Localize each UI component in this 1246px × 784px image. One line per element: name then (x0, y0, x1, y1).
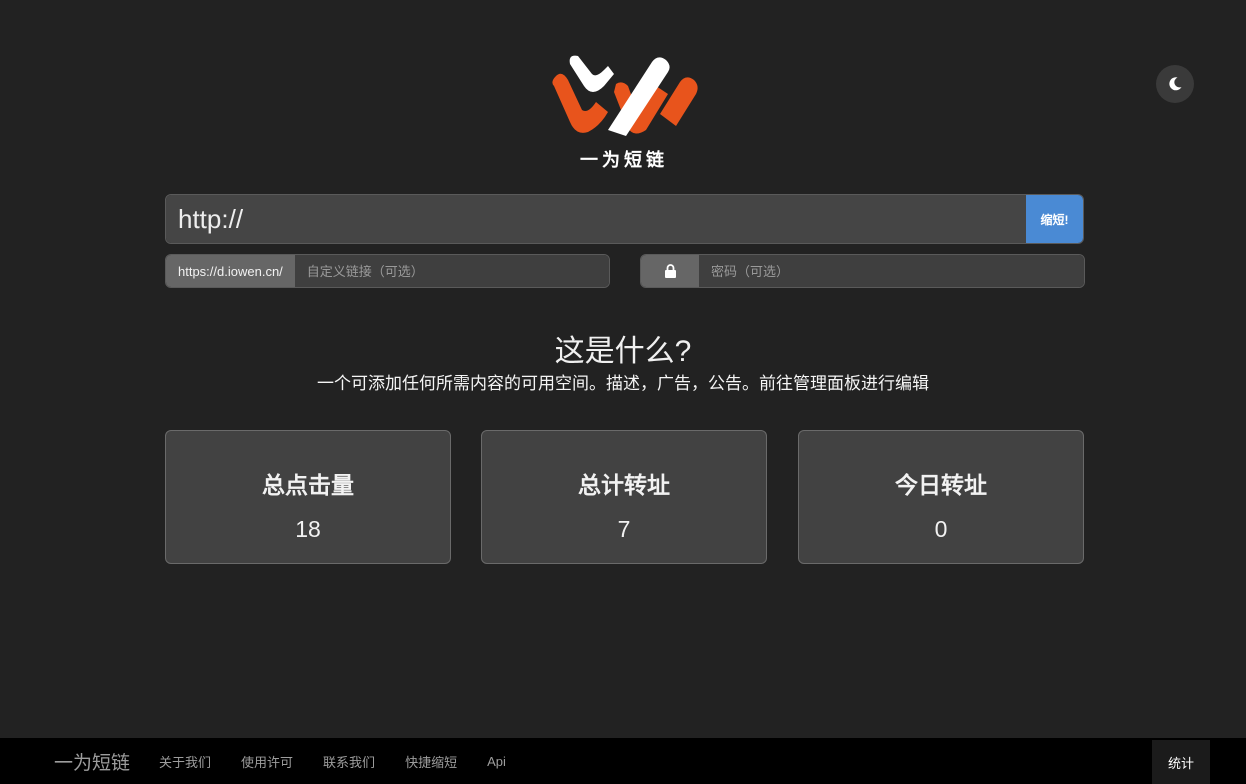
about-description: 一个可添加任何所需内容的可用空间。描述，广告，公告。前往管理面板进行编辑 (317, 374, 929, 393)
stat-label: 今日转址 (895, 472, 987, 498)
about-title: 这是什么? (554, 335, 692, 368)
footer-link-contact[interactable]: 联系我们 (323, 752, 375, 771)
password-group (640, 254, 1085, 288)
footer-link-license[interactable]: 使用许可 (241, 752, 293, 771)
stat-label: 总计转址 (578, 472, 670, 498)
password-input[interactable] (699, 255, 1084, 287)
footer-stats-link[interactable]: 统计 (1152, 740, 1210, 784)
stat-card-today-links: 今日转址 0 (798, 430, 1084, 564)
moon-icon (1169, 77, 1182, 91)
url-input[interactable] (166, 195, 1026, 243)
footer-brand-link[interactable]: 一为短链 (54, 748, 130, 775)
lock-icon (664, 264, 676, 278)
shorten-button[interactable]: 缩短! (1026, 195, 1083, 243)
domain-prefix: https://d.iowen.cn/ (166, 255, 295, 287)
footer-link-about[interactable]: 关于我们 (159, 752, 211, 771)
stat-card-total-clicks: 总点击量 18 (165, 430, 451, 564)
footer-link-api[interactable]: Api (487, 754, 506, 769)
custom-link-group: https://d.iowen.cn/ (165, 254, 610, 288)
lock-prefix (641, 255, 699, 287)
url-form: 缩短! (165, 194, 1084, 244)
stats-section: 总点击量 18 总计转址 7 今日转址 0 (165, 430, 1084, 564)
stat-card-total-links: 总计转址 7 (481, 430, 767, 564)
footer-link-quick-shorten[interactable]: 快捷缩短 (405, 752, 457, 771)
page: 一为短链 缩短! https://d.iowen.cn/ 这是什么? 一个可添加… (0, 0, 1246, 784)
stat-value: 0 (934, 516, 948, 542)
logo-mark-icon (552, 55, 698, 136)
stat-label: 总点击量 (262, 472, 354, 498)
stat-value: 7 (617, 516, 631, 542)
theme-toggle-button[interactable] (1156, 65, 1194, 103)
logo-text: 一为短链 (580, 150, 668, 170)
footer: 一为短链 关于我们 使用许可 联系我们 快捷缩短 Api 统计 (0, 738, 1246, 784)
logo[interactable]: 一为短链 (545, 52, 703, 174)
custom-link-input[interactable] (294, 255, 609, 287)
stat-value: 18 (295, 516, 321, 542)
